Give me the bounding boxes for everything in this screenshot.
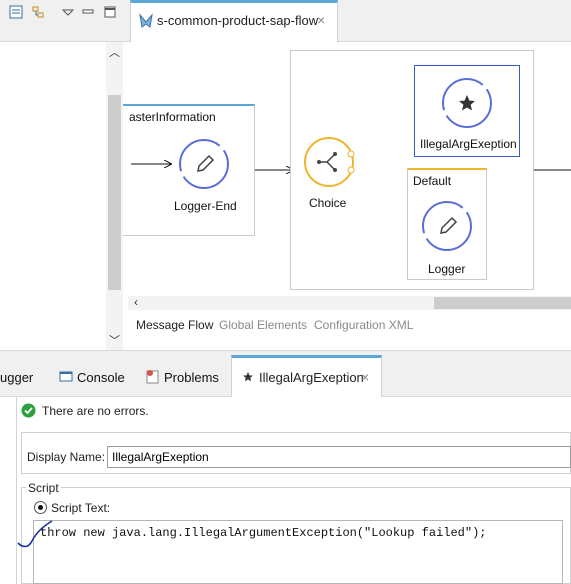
illegal-arg-label: IllegalArgExeption	[420, 137, 517, 151]
chevron-left-icon[interactable]: ‹	[134, 295, 138, 309]
scrollbar-thumb[interactable]	[434, 297, 571, 309]
script-group-label: Script	[26, 481, 61, 495]
panel-divider	[16, 397, 17, 584]
tab-illegal-arg[interactable]: IllegalArgExeption ×	[231, 355, 382, 397]
star-script-icon	[442, 78, 492, 128]
status-message: There are no errors.	[42, 404, 149, 418]
chevron-down-icon[interactable]: ﹀	[109, 332, 120, 348]
editor-tab-label: s-common-product-sap-flow	[157, 13, 319, 28]
script-text-radio[interactable]	[34, 501, 47, 514]
vertical-scrollbar[interactable]: ︿ ﹀	[106, 42, 123, 350]
tab-problems[interactable]: Problems	[164, 370, 219, 385]
link-with-editor-icon[interactable]	[30, 4, 46, 20]
tab-message-flow[interactable]: Message Flow	[136, 318, 213, 332]
console-icon	[59, 371, 73, 382]
display-name-field[interactable]	[107, 446, 571, 468]
choice-processor[interactable]	[303, 136, 355, 188]
problems-icon	[146, 370, 159, 384]
star-icon	[243, 372, 253, 382]
script-code: throw new java.lang.IllegalArgumentExcep…	[40, 526, 487, 540]
minimize-icon[interactable]	[80, 4, 96, 20]
tab-console[interactable]: Console	[77, 370, 125, 385]
editor-tab-flow[interactable]: s-common-product-sap-flow ×	[130, 0, 338, 43]
flow-canvas[interactable]: asterInformation Logger-End Choice Illeg…	[123, 42, 571, 304]
script-text-area[interactable]: throw new java.lang.IllegalArgumentExcep…	[33, 520, 563, 584]
tab-configuration-xml[interactable]: Configuration XML	[314, 318, 413, 332]
default-scope-box[interactable]: Default Logger	[407, 168, 487, 280]
close-icon[interactable]: ×	[317, 12, 325, 28]
left-pane	[0, 42, 106, 350]
horizontal-scrollbar[interactable]: ‹	[128, 295, 571, 310]
default-title: Default	[413, 174, 452, 188]
tab-debugger[interactable]: ugger	[0, 370, 33, 385]
chevron-up-icon[interactable]: ︿	[109, 44, 120, 60]
logger-end-processor[interactable]	[178, 138, 230, 190]
mule-flow-icon	[139, 13, 153, 28]
handwritten-check-mark	[17, 520, 53, 548]
scrollbar-thumb[interactable]	[108, 95, 121, 290]
logger-label: Logger	[428, 262, 466, 276]
radio-dot	[38, 505, 43, 510]
tab-global-elements[interactable]: Global Elements	[219, 318, 307, 332]
toolbar	[0, 0, 128, 42]
choice-icon	[304, 137, 355, 187]
logger-icon	[422, 201, 472, 251]
tab-illegal-arg-label: IllegalArgExeption	[259, 370, 364, 385]
ok-check-icon	[21, 403, 36, 418]
illegal-arg-processor-box[interactable]: IllegalArgExeption	[414, 65, 520, 157]
script-text-label: Script Text:	[51, 501, 111, 515]
maximize-icon[interactable]	[102, 4, 118, 20]
outline-icon[interactable]	[8, 4, 24, 20]
close-icon[interactable]: ×	[361, 369, 369, 385]
display-name-label: Display Name:	[27, 450, 106, 464]
logger-end-label: Logger-End	[174, 199, 237, 213]
flow-scope-title: asterInformation	[129, 110, 216, 124]
editor-subtabs: Message Flow Global Elements Configurati…	[128, 312, 571, 350]
choice-label: Choice	[309, 196, 347, 210]
logger-icon	[179, 139, 229, 189]
view-menu-icon[interactable]	[60, 4, 76, 20]
